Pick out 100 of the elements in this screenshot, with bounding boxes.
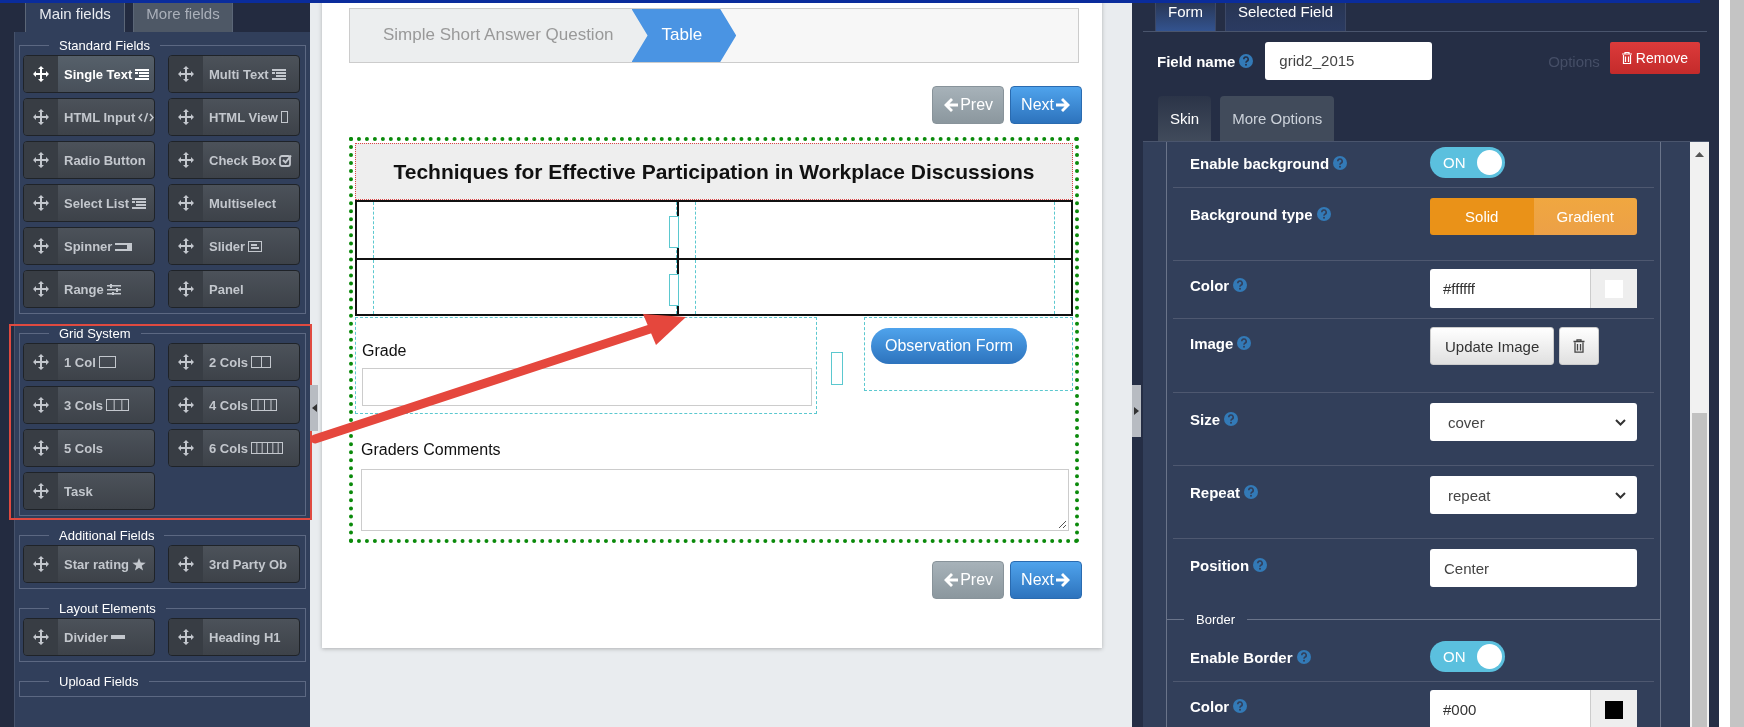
move-icon: [177, 108, 195, 126]
setting-label: Image: [1190, 334, 1234, 352]
move-icon: [32, 108, 50, 126]
field-type-button[interactable]: 2 Cols: [168, 343, 300, 381]
field-type-button[interactable]: Radio Button: [23, 141, 155, 179]
setting-label: Size: [1190, 410, 1220, 428]
help-icon[interactable]: [1233, 278, 1248, 292]
field-type-button[interactable]: 6 Cols: [168, 429, 300, 467]
help-icon[interactable]: [1244, 485, 1259, 499]
field-label: Grade: [362, 342, 408, 360]
setting-label: Enable background: [1190, 154, 1330, 172]
collapse-handle[interactable]: [1132, 385, 1141, 437]
field-type-button[interactable]: Panel: [168, 270, 300, 308]
observation-form-button[interactable]: Observation Form: [871, 328, 1028, 364]
sliders-icon: [106, 283, 121, 295]
field-name-input[interactable]: grid2_2015: [1265, 42, 1433, 80]
field-name-label: Field name: [1157, 52, 1236, 70]
field-type-button[interactable]: HTML View: [168, 98, 300, 136]
checkbox-icon: [279, 153, 293, 167]
field-type-button[interactable]: Multiselect: [168, 184, 300, 222]
delete-button[interactable]: [1559, 327, 1600, 365]
resize-handle[interactable]: [669, 216, 679, 248]
field-type-button[interactable]: Divider: [23, 618, 155, 656]
color-field[interactable]: #000: [1430, 690, 1637, 727]
help-icon[interactable]: [1239, 54, 1254, 68]
text-input[interactable]: Center: [1430, 549, 1637, 587]
step-tab[interactable]: Table: [631, 9, 737, 62]
setting-label: Enable Border: [1190, 648, 1293, 666]
next-button[interactable]: Next: [1010, 86, 1082, 124]
field-type-button[interactable]: Task: [23, 472, 155, 510]
field-type-button[interactable]: Heading H1: [168, 618, 300, 656]
move-icon: [32, 65, 50, 83]
move-icon: [32, 353, 50, 371]
caret-icon: [1134, 407, 1139, 415]
form-heading: Techniques for Effective Participation in Workplace Discussions: [355, 143, 1073, 200]
setting-label: Color: [1190, 697, 1230, 715]
move-icon: [177, 353, 195, 371]
columns-icon: [251, 442, 283, 454]
columns-icon: [98, 356, 116, 368]
help-icon[interactable]: [1296, 650, 1311, 664]
help-icon[interactable]: [1224, 412, 1238, 426]
subtab[interactable]: Skin: [1158, 96, 1212, 141]
move-icon: [32, 151, 50, 169]
right-arrow-icon: [1055, 572, 1071, 588]
select-dropdown[interactable]: cover: [1430, 403, 1637, 441]
help-icon[interactable]: [1253, 558, 1268, 572]
help-icon[interactable]: [1333, 156, 1348, 170]
field-type-button[interactable]: 1 Col: [23, 343, 155, 381]
setting-label: Repeat: [1190, 483, 1241, 501]
window-scrollbar[interactable]: [1730, 0, 1744, 727]
field-type-button[interactable]: 4 Cols: [168, 386, 300, 424]
move-icon: [32, 396, 50, 414]
scrollbar[interactable]: [1690, 142, 1709, 727]
move-icon: [177, 628, 195, 646]
field-type-button[interactable]: Single Text: [23, 55, 155, 93]
field-type-button[interactable]: Spinner: [23, 227, 155, 265]
trash-icon: [1573, 339, 1586, 353]
resize-handle[interactable]: [831, 352, 843, 385]
field-type-button[interactable]: Star rating: [23, 545, 155, 583]
help-icon[interactable]: [1233, 699, 1248, 713]
resize-handle[interactable]: [669, 274, 679, 306]
collapse-handle[interactable]: [310, 385, 318, 431]
field-type-button[interactable]: HTML Input: [23, 98, 155, 136]
move-icon: [177, 396, 195, 414]
group-legend: Additional Fields: [49, 528, 165, 543]
list-icon: [135, 68, 150, 80]
setting-label: Color: [1190, 276, 1230, 294]
group-legend: Grid System: [49, 326, 141, 341]
move-icon: [177, 194, 195, 212]
field-label: Graders Comments: [361, 441, 502, 459]
field-type-button[interactable]: Select List: [23, 184, 155, 222]
field-type-button[interactable]: Slider: [168, 227, 300, 265]
slider-icon: [248, 240, 263, 252]
setting-label: Position: [1190, 556, 1250, 574]
field-type-button[interactable]: 3 Cols: [23, 386, 155, 424]
move-icon: [177, 439, 195, 457]
help-icon[interactable]: [1316, 207, 1331, 221]
comments-textarea[interactable]: [361, 469, 1069, 531]
update-image-button[interactable]: Update Image: [1430, 327, 1555, 365]
frame-icon: [280, 111, 288, 123]
left-arrow-icon: [943, 572, 960, 588]
field-type-button[interactable]: Multi Text: [168, 55, 300, 93]
field-type-button[interactable]: 3rd Party Ob: [168, 545, 300, 583]
select-dropdown[interactable]: repeat: [1430, 476, 1637, 514]
list-icon: [132, 197, 147, 209]
move-icon: [177, 65, 195, 83]
next-button[interactable]: Next: [1010, 561, 1082, 599]
color-field[interactable]: #ffffff: [1430, 269, 1637, 308]
field-type-button[interactable]: 5 Cols: [23, 429, 155, 467]
remove-button[interactable]: Remove: [1609, 42, 1700, 74]
help-icon[interactable]: [1237, 336, 1252, 350]
move-icon: [177, 280, 195, 298]
grade-input[interactable]: [362, 368, 812, 406]
move-icon: [32, 439, 50, 457]
subtab[interactable]: More Options: [1220, 96, 1335, 141]
move-icon: [177, 151, 195, 169]
field-type-button[interactable]: Range: [23, 270, 155, 308]
field-type-button[interactable]: Check Box: [168, 141, 300, 179]
columns-icon: [251, 399, 277, 411]
star-icon: [132, 557, 146, 571]
